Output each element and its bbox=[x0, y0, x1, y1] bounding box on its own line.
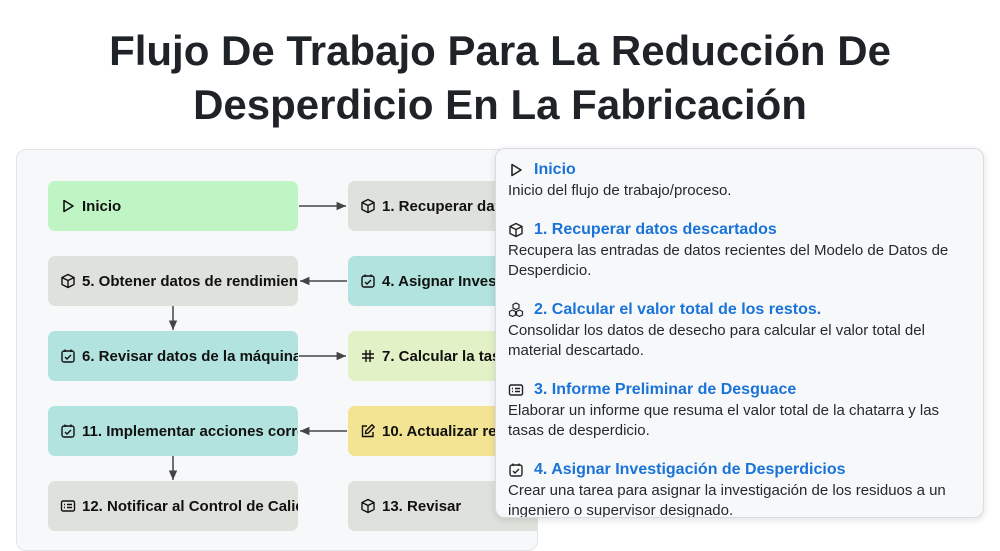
workflow-canvas: Inicio 1. Recuperar datos descartados 5.… bbox=[16, 149, 538, 551]
detail-title-link[interactable]: 3. Informe Preliminar de Desguace bbox=[534, 379, 796, 401]
detail-title-link[interactable]: 4. Asignar Investigación de Desperdicios bbox=[534, 459, 846, 481]
node-label: 5. Obtener datos de rendimiento bbox=[82, 272, 298, 290]
node-label: 6. Revisar datos de la máquina bbox=[82, 347, 298, 365]
node-inicio[interactable]: Inicio bbox=[48, 181, 298, 231]
boxes-icon bbox=[508, 302, 524, 318]
box-icon bbox=[360, 498, 376, 514]
node-12-notificar[interactable]: 12. Notificar al Control de Calidad bbox=[48, 481, 298, 531]
detail-title-link[interactable]: 2. Calcular el valor total de los restos… bbox=[534, 299, 821, 321]
node-label: 12. Notificar al Control de Calidad bbox=[82, 497, 298, 515]
hash-icon bbox=[360, 348, 376, 364]
checkbox-icon bbox=[360, 273, 376, 289]
checkbox-icon bbox=[60, 348, 76, 364]
edit-icon bbox=[360, 423, 376, 439]
step-details-panel: Inicio Inicio del flujo de trabajo/proce… bbox=[495, 148, 984, 518]
box-icon bbox=[508, 222, 524, 238]
node-label: 7. Calcular la tasa bbox=[382, 347, 509, 365]
checkbox-icon bbox=[60, 423, 76, 439]
detail-title-link[interactable]: Inicio bbox=[534, 159, 576, 181]
play-icon bbox=[60, 198, 76, 214]
node-6-revisar-datos[interactable]: 6. Revisar datos de la máquina bbox=[48, 331, 298, 381]
detail-title-link[interactable]: 1. Recuperar datos descartados bbox=[534, 219, 777, 241]
detail-item-4: 4. Asignar Investigación de Desperdicios… bbox=[508, 459, 969, 517]
detail-item-inicio: Inicio Inicio del flujo de trabajo/proce… bbox=[508, 159, 969, 201]
detail-item-2: 2. Calcular el valor total de los restos… bbox=[508, 299, 969, 361]
checkbox-icon bbox=[508, 462, 524, 478]
report-icon bbox=[508, 382, 524, 398]
play-icon bbox=[508, 162, 524, 178]
detail-description: Inicio del flujo de trabajo/proceso. bbox=[508, 182, 732, 199]
box-icon bbox=[60, 273, 76, 289]
detail-description: Recupera las entradas de datos recientes… bbox=[508, 242, 949, 279]
detail-description: Consolidar los datos de desecho para cal… bbox=[508, 322, 925, 359]
node-label: 11. Implementar acciones correctivas bbox=[82, 422, 298, 440]
node-label: 13. Revisar bbox=[382, 497, 462, 515]
detail-item-3: 3. Informe Preliminar de Desguace Elabor… bbox=[508, 379, 969, 441]
detail-description: Elaborar un informe que resuma el valor … bbox=[508, 402, 940, 439]
box-icon bbox=[360, 198, 376, 214]
detail-item-1: 1. Recuperar datos descartados Recupera … bbox=[508, 219, 969, 281]
node-5-obtener-datos[interactable]: 5. Obtener datos de rendimiento bbox=[48, 256, 298, 306]
node-label: Inicio bbox=[82, 197, 122, 215]
page-title: Flujo De Trabajo Para La Reducción De De… bbox=[109, 27, 891, 128]
report-icon bbox=[60, 498, 76, 514]
node-11-implementar-acciones[interactable]: 11. Implementar acciones correctivas bbox=[48, 406, 298, 456]
